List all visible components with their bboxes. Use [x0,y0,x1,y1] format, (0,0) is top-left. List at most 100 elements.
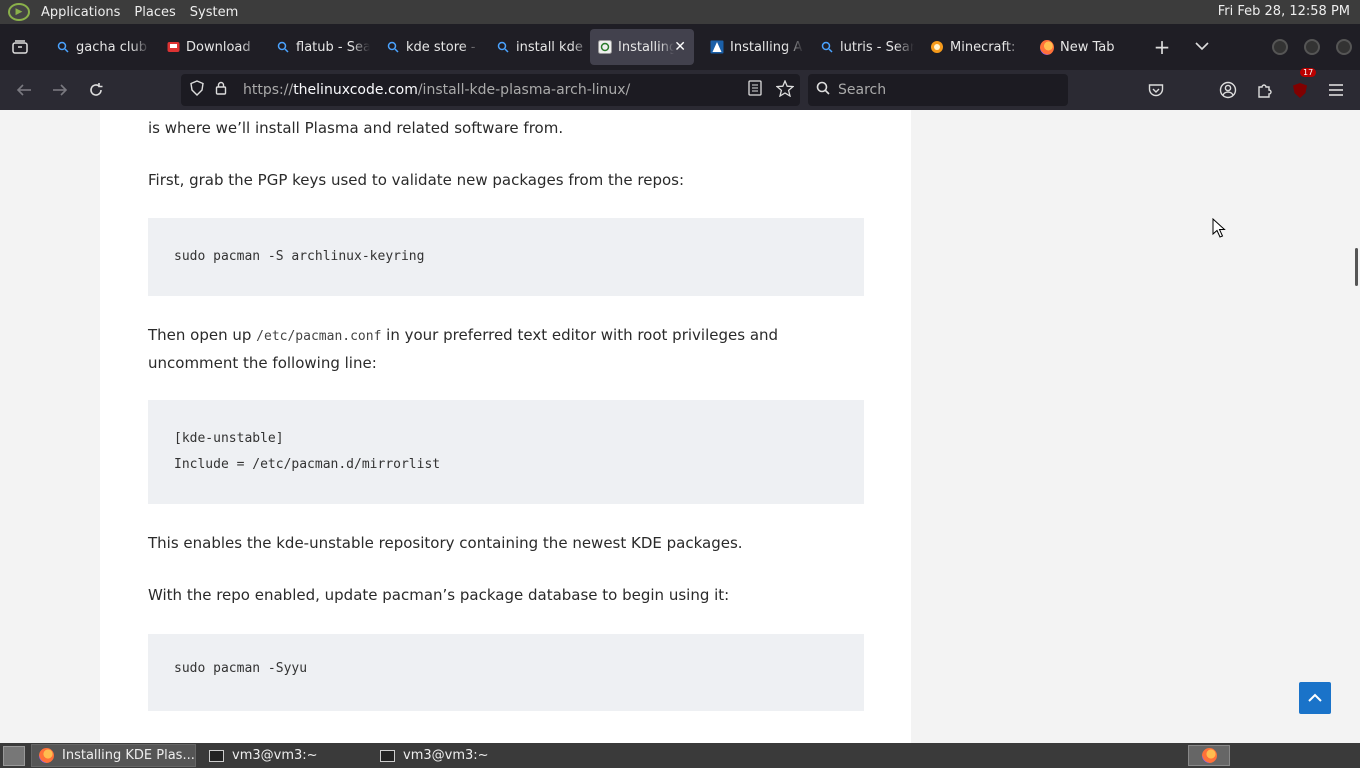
taskbar-item-label: vm3@vm3:~ [232,748,318,763]
tab-label: Minecraft: [950,39,1016,55]
reload-icon [90,83,103,96]
tab-download[interactable]: Download [150,29,260,65]
paragraph-repo-intro: is where we’ll install Plasma and relate… [148,119,564,137]
close-tab-icon[interactable]: ✕ [674,39,686,55]
app-menu-button[interactable] [1318,74,1354,106]
mouse-cursor-icon [1212,218,1226,238]
download-site-icon [166,40,180,54]
scroll-to-top-button[interactable] [1299,682,1331,714]
tab-minecraft[interactable]: Minecraft: [914,29,1024,65]
workspace-switcher[interactable] [1188,745,1230,766]
tab-kde-store[interactable]: kde store - [370,29,480,65]
tab-list-icon [12,40,28,54]
paragraph-pacman-conf: Then open up /etc/pacman.conf in your pr… [148,322,864,376]
system-menu[interactable]: System [183,5,245,20]
page-scrollbar-thumb[interactable] [1355,248,1358,286]
shield-icon[interactable] [185,80,209,100]
extensions-button[interactable] [1246,74,1282,106]
url-bar[interactable]: https://thelinuxcode.com/install-kde-pla… [181,74,800,106]
terminal-icon [379,749,395,763]
applications-menu[interactable]: Applications [34,5,127,20]
arch-icon [710,40,724,54]
close-window-button[interactable] [1336,39,1352,55]
new-tab-button[interactable]: + [1142,35,1182,59]
tab-label: install kde [516,39,583,55]
paragraph-pgp-keys: First, grab the PGP keys used to validat… [148,171,685,189]
firefox-view-button[interactable] [0,24,40,70]
arrow-right-icon [53,84,68,96]
code-block-syyu[interactable]: sudo pacman -Syyu [148,634,864,711]
thelinuxcode-icon [598,40,612,54]
url-scheme: https:// [243,82,294,98]
tab-installing-a[interactable]: Installing A [694,29,804,65]
code-block-kde-unstable[interactable]: [kde-unstable] Include = /etc/pacman.d/m… [148,400,864,504]
taskbar-item-firefox[interactable]: Installing KDE Plas... [31,744,196,767]
navigation-toolbar: https://thelinuxcode.com/install-kde-pla… [0,68,1360,110]
search-icon [276,40,290,54]
back-button[interactable] [6,74,42,106]
reader-view-icon[interactable] [740,80,770,100]
tab-installing-active[interactable]: Installing ✕ [590,29,694,65]
tab-strip: gacha club Download flatub - Sea kde sto… [0,24,1360,70]
toolbar-actions: 17 [1138,68,1354,106]
search-icon [386,40,400,54]
tab-label: Download [186,39,251,55]
code-block-keyring[interactable]: sudo pacman -S archlinux-keyring [148,218,864,296]
tab-label: flatub - Sea [296,39,370,55]
terminal-icon [208,749,224,763]
code-line: sudo pacman -Syyu [174,661,308,676]
taskbar-item-terminal-2[interactable]: vm3@vm3:~ [373,744,538,767]
article-body: is where we’ll install Plasma and relate… [100,110,911,743]
tab-label: gacha club [76,39,147,55]
reload-button[interactable] [78,74,114,106]
system-top-panel: ▶ Applications Places System Fri Feb 28,… [0,0,1360,24]
search-icon [496,40,510,54]
maximize-window-button[interactable] [1304,39,1320,55]
hamburger-menu-icon [1329,84,1343,96]
taskbar-item-terminal-1[interactable]: vm3@vm3:~ [202,744,367,767]
account-button[interactable] [1210,74,1246,106]
blank-toolbar-slot [1174,74,1210,106]
search-bar[interactable]: Search [808,74,1068,106]
list-all-tabs-button[interactable] [1182,39,1222,55]
code-line: sudo pacman -S archlinux-keyring [174,249,425,264]
code-line: Include = /etc/pacman.d/mirrorlist [174,457,441,472]
lock-icon[interactable] [209,81,233,99]
tab-label: Installing A [730,39,803,55]
text-fragment: Then open up [148,326,257,344]
pocket-button[interactable] [1138,74,1174,106]
inline-code-pacman-conf: /etc/pacman.conf [256,329,382,344]
extension-badge: 17 [1300,68,1317,77]
search-icon [820,40,834,54]
forward-button[interactable] [42,74,78,106]
ublock-origin-button[interactable]: 17 [1282,68,1318,106]
show-desktop-button[interactable] [3,745,25,766]
url-path: /install-kde-plasma-arch-linux/ [417,82,631,98]
places-menu[interactable]: Places [127,5,182,20]
tab-gacha-club[interactable]: gacha club [40,29,150,65]
bottom-taskbar: Installing KDE Plas... vm3@vm3:~ vm3@vm3… [0,743,1360,768]
firefox-icon [38,748,54,763]
search-placeholder: Search [838,82,887,98]
clock[interactable]: Fri Feb 28, 12:58 PM [1218,4,1350,19]
puzzle-icon [1257,83,1272,98]
paragraph-update-db: With the repo enabled, update pacman’s p… [148,586,730,604]
url-text[interactable]: https://thelinuxcode.com/install-kde-pla… [243,82,740,98]
tab-flatub[interactable]: flatub - Sea [260,29,370,65]
pocket-icon [1148,83,1164,96]
distro-logo-icon[interactable]: ▶ [8,3,30,21]
web-page-viewport: is where we’ll install Plasma and relate… [0,110,1360,743]
tab-install-kde[interactable]: install kde [480,29,590,65]
arrow-left-icon [16,84,31,96]
chevron-up-icon [1308,693,1322,702]
minimize-window-button[interactable] [1272,39,1288,55]
taskbar-item-label: Installing KDE Plas... [62,748,195,763]
url-domain: thelinuxcode.com [293,82,418,98]
tab-new-tab[interactable]: New Tab [1024,29,1134,65]
tab-label: Installing [618,39,675,55]
minecraft-site-icon [930,40,944,54]
paragraph-enables-repo: This enables the kde-unstable repository… [148,534,743,552]
bookmark-star-icon[interactable] [770,78,800,101]
tab-lutris[interactable]: lutris - Sear [804,29,914,65]
tab-label: lutris - Sear [840,39,914,55]
